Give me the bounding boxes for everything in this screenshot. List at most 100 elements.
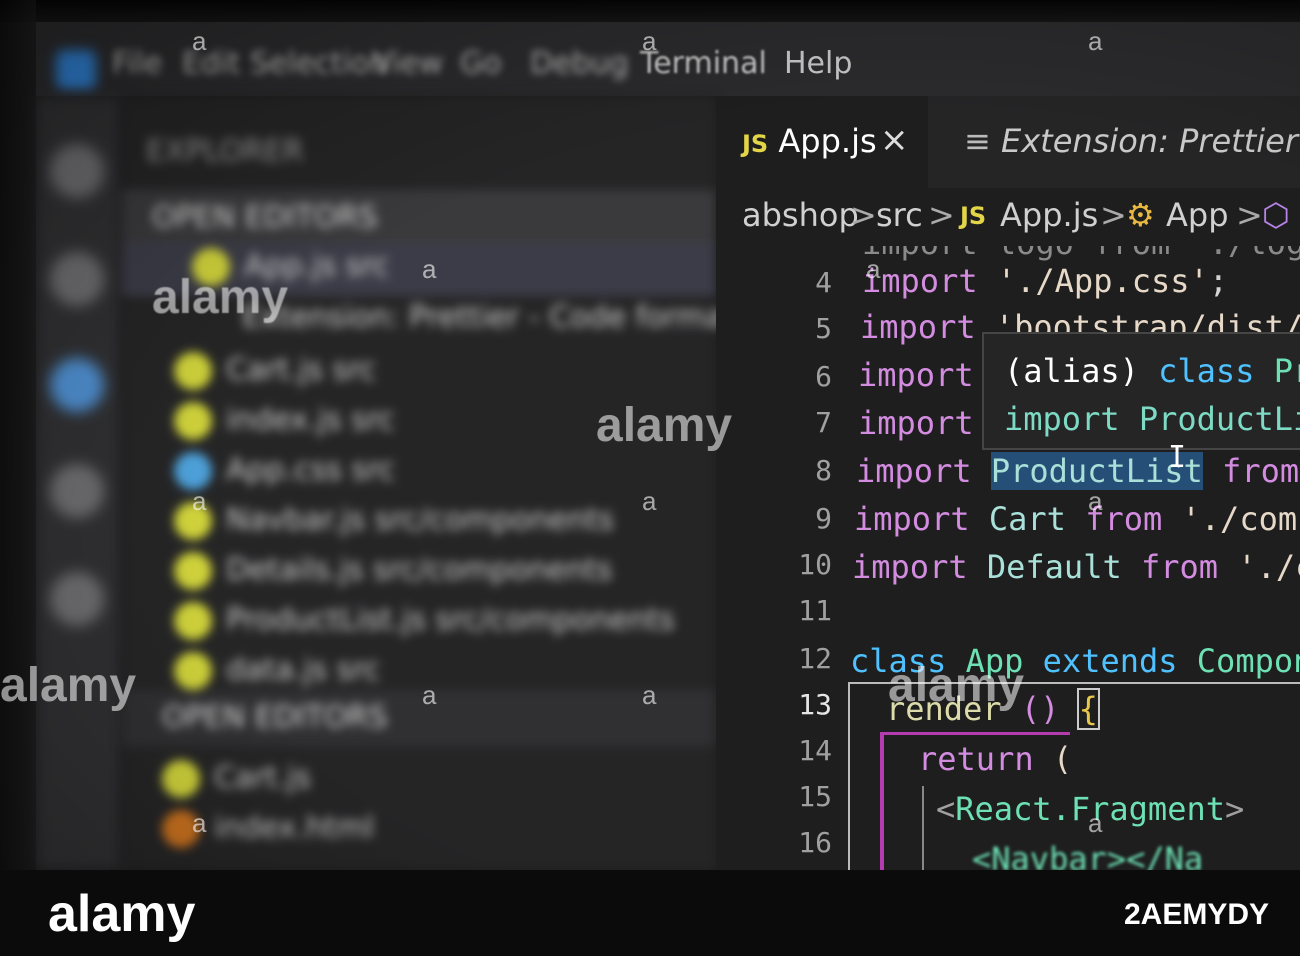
watermark-mark: a <box>422 254 437 284</box>
line-number: 12 <box>798 642 832 675</box>
line-number: 16 <box>798 826 832 859</box>
watermark-mark: a <box>422 680 437 710</box>
list-item[interactable]: Details.js src/components <box>174 552 612 590</box>
watermark-footer: alamy 2AEMYDY <box>0 870 1300 956</box>
menu-help[interactable]: Help <box>784 46 852 81</box>
monitor-bezel-top <box>0 0 1300 22</box>
code-line-8: import ProductList from <box>856 452 1300 490</box>
monitor-bezel-left <box>0 0 36 870</box>
hover-tooltip: (alias) class Pr import ProductLi <box>982 332 1300 450</box>
extensions-icon[interactable] <box>50 572 104 626</box>
explorer-sidebar: EXPLORER OPEN EDITORS App.js src Extensi… <box>122 96 778 870</box>
js-file-icon: JS <box>960 202 987 230</box>
files-icon[interactable] <box>50 144 104 198</box>
debug-icon[interactable] <box>50 464 104 518</box>
watermark-mark: a <box>642 680 657 710</box>
breadcrumb-class[interactable]: App <box>1166 196 1229 234</box>
js-file-icon <box>174 552 212 590</box>
line-number: 14 <box>798 734 832 767</box>
line-number: 9 <box>815 502 832 535</box>
chevron-right-icon: > <box>1236 196 1263 234</box>
list-item[interactable]: ProductList.js src/components <box>174 602 675 640</box>
explorer-header: EXPLORER <box>146 134 304 169</box>
tab-app-js-label: JS App.js <box>742 122 877 160</box>
line-number-active: 13 <box>798 688 832 721</box>
preview-icon: ≡ <box>964 122 991 160</box>
code-line-10: import Default from './co <box>852 548 1300 586</box>
js-file-icon <box>174 652 212 690</box>
menu-file[interactable]: File <box>112 46 162 81</box>
menu-terminal[interactable]: Terminal <box>640 46 767 81</box>
code-line-4: import './App.css'; <box>862 262 1229 300</box>
code-line-14: return ( <box>918 740 1073 778</box>
list-item[interactable]: index.js src <box>174 402 395 440</box>
code-line-partial: import logo from './logo <box>862 246 1300 262</box>
vscode-logo-icon <box>56 50 96 90</box>
line-number: 10 <box>798 548 832 581</box>
watermark-mark: a <box>642 486 657 516</box>
breadcrumb: abshop > src > JS App.js > ⚙ App > ⬡ <box>716 188 1300 246</box>
close-icon[interactable]: × <box>880 120 909 160</box>
activity-bar <box>36 96 122 870</box>
watermark-mark: a <box>1088 486 1103 516</box>
line-number: 6 <box>815 360 832 393</box>
watermark-mark: a <box>192 26 207 56</box>
watermark-mark: a <box>1088 808 1103 838</box>
breadcrumb-root[interactable]: abshop <box>742 196 859 234</box>
list-item[interactable]: App.css src <box>174 452 395 490</box>
watermark-mark: a <box>192 808 207 838</box>
line-number: 15 <box>798 780 832 813</box>
list-item[interactable]: data.js src <box>174 652 380 690</box>
line-number: 5 <box>815 312 832 345</box>
line-number: 8 <box>815 454 832 487</box>
hover-signature: (alias) class Pr <box>1004 352 1300 390</box>
image-id: 2AEMYDY <box>1124 898 1270 931</box>
bracket-guide <box>880 732 1070 735</box>
line-number: 11 <box>798 594 832 627</box>
watermark-text: alamy <box>596 399 733 452</box>
menu-bar: File Edit Selection View Go Debug Termin… <box>36 22 1300 96</box>
code-line-9: import Cart from './compo <box>854 500 1300 538</box>
list-item[interactable]: Cart.js src <box>174 352 376 390</box>
js-file-icon: JS <box>742 130 769 158</box>
js-file-icon <box>174 352 212 390</box>
menu-edit[interactable]: Edit <box>182 46 240 81</box>
js-file-icon <box>162 760 200 798</box>
cube-icon: ⬡ <box>1262 196 1290 234</box>
hover-import: import ProductLi <box>1004 400 1300 438</box>
tab-extension-prettier[interactable]: ≡ Extension: Prettier - Co <box>964 122 1300 160</box>
watermark-text: alamy <box>0 659 137 712</box>
code-line-7: import <box>858 404 974 442</box>
breadcrumb-file[interactable]: App.js <box>1000 196 1098 234</box>
tab-app-js[interactable]: JS App.js × <box>716 96 928 188</box>
text-cursor-icon: I <box>1168 440 1187 475</box>
line-number: 4 <box>815 266 832 299</box>
open-editors-section[interactable]: OPEN EDITORS <box>122 190 716 246</box>
menu-selection[interactable]: Selection <box>250 46 388 81</box>
breadcrumb-folder[interactable]: src <box>876 196 923 234</box>
js-file-icon <box>174 602 212 640</box>
list-item[interactable]: Extension: Prettier - Code formatter <box>242 300 778 335</box>
open-editors-label: OPEN EDITORS <box>152 200 378 235</box>
menu-view[interactable]: View <box>372 46 443 81</box>
code-line-16: <Navbar></Na <box>972 840 1204 870</box>
css-file-icon <box>174 452 212 490</box>
line-number: 7 <box>815 406 832 439</box>
search-icon[interactable] <box>50 252 104 306</box>
folder-section-label: OPEN EDITORS <box>162 700 388 735</box>
bracket-guide <box>880 732 884 870</box>
folder-section[interactable]: OPEN EDITORS <box>122 690 716 746</box>
source-control-icon[interactable] <box>50 358 104 412</box>
menu-debug[interactable]: Debug <box>530 46 629 81</box>
list-item[interactable]: Cart.js <box>162 760 311 798</box>
js-file-icon <box>174 402 212 440</box>
alamy-logo: alamy <box>48 885 196 943</box>
watermark-mark: a <box>192 486 207 516</box>
list-item[interactable]: Navbar.js src/components <box>174 502 614 540</box>
chevron-right-icon: > <box>1100 196 1127 234</box>
class-icon: ⚙ <box>1126 196 1155 234</box>
indent-guide <box>922 786 924 870</box>
chevron-right-icon: > <box>928 196 955 234</box>
watermark-text: alamy <box>888 659 1025 712</box>
menu-go[interactable]: Go <box>460 46 502 81</box>
